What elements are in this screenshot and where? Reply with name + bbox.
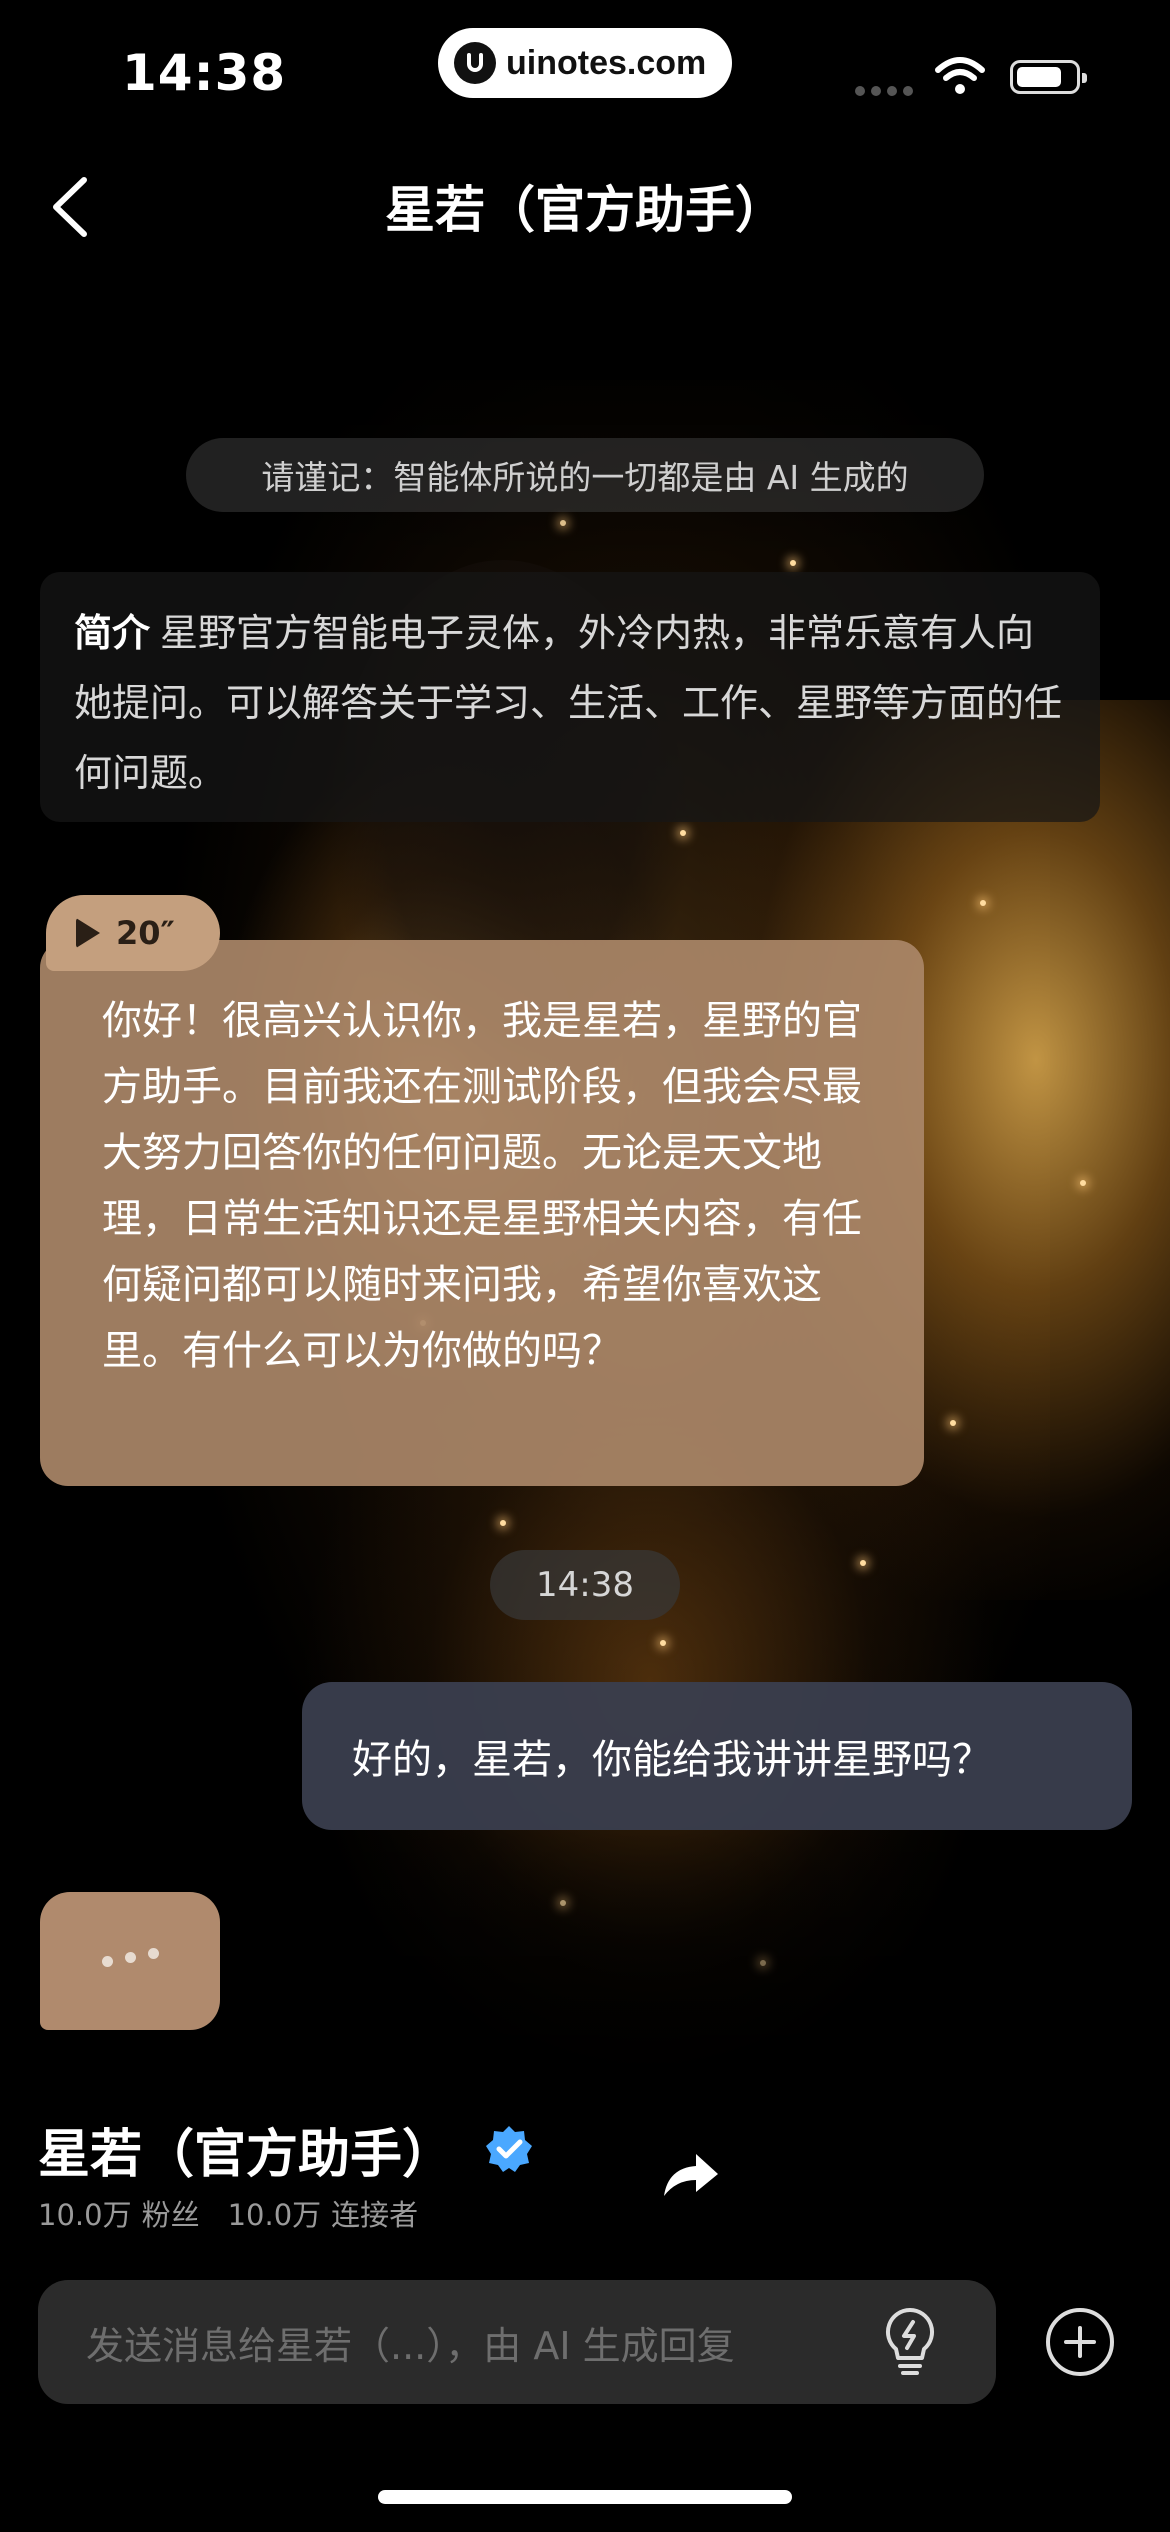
user-message-bubble[interactable]: 好的，星若，你能给我讲讲星野吗？ bbox=[302, 1682, 1132, 1830]
agent-stats: 10.0万 粉丝 10.0万 连接者 bbox=[38, 2192, 418, 2234]
message-timestamp: 14:38 bbox=[490, 1550, 680, 1620]
connectors-stat: 10.0万 连接者 bbox=[227, 2198, 419, 2232]
message-input[interactable]: 发送消息给星若（...），由 AI 生成回复 bbox=[38, 2280, 996, 2404]
play-icon bbox=[76, 918, 100, 948]
add-plus-icon[interactable] bbox=[1046, 2308, 1114, 2376]
audio-duration: 20″ bbox=[116, 914, 175, 952]
share-icon[interactable] bbox=[660, 2148, 720, 2200]
url-text: uinotes.com bbox=[506, 43, 707, 82]
cellular-signal-icon bbox=[855, 86, 913, 96]
page-title: 星若（官方助手） bbox=[385, 181, 785, 239]
battery-icon bbox=[1010, 60, 1087, 94]
voice-play-button[interactable]: 20″ bbox=[46, 895, 220, 971]
home-indicator[interactable] bbox=[378, 2490, 792, 2504]
typing-indicator bbox=[40, 1892, 220, 2030]
status-time: 14:38 bbox=[122, 44, 287, 102]
bot-message-bubble[interactable]: 你好！很高兴认识你，我是星若，星野的官方助手。目前我还在测试阶段，但我会尽最大努… bbox=[40, 940, 924, 1486]
status-bar: 14:38 uinotes.com bbox=[0, 0, 1170, 150]
user-message-text: 好的，星若，你能给我讲讲星野吗？ bbox=[352, 1737, 992, 1783]
intro-text: 星野官方智能电子灵体，外冷内热，非常乐意有人向她提问。可以解答关于学习、生活、工… bbox=[74, 611, 1063, 795]
intro-label: 简介 bbox=[74, 611, 151, 655]
site-logo-icon bbox=[454, 42, 496, 84]
url-pill: uinotes.com bbox=[438, 28, 732, 98]
ai-disclaimer-notice: 请谨记：智能体所说的一切都是由 AI 生成的 bbox=[186, 438, 984, 512]
message-input-placeholder: 发送消息给星若（...），由 AI 生成回复 bbox=[86, 2323, 735, 2368]
lightbulb-icon[interactable] bbox=[880, 2306, 940, 2378]
followers-stat: 10.0万 粉丝 bbox=[38, 2198, 200, 2232]
verified-badge-icon bbox=[486, 2126, 532, 2172]
intro-card: 简介 星野官方智能电子灵体，外冷内热，非常乐意有人向她提问。可以解答关于学习、生活… bbox=[40, 572, 1100, 822]
wifi-icon bbox=[935, 57, 985, 94]
agent-name[interactable]: 星若（官方助手） bbox=[38, 2112, 454, 2187]
